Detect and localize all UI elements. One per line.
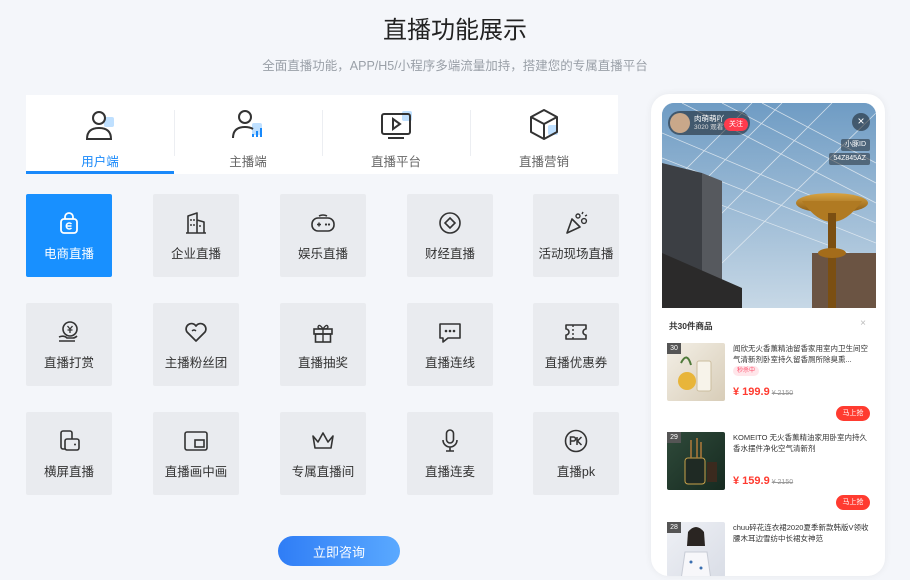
- yuan-hand-icon: [58, 321, 78, 342]
- feature-label: 活动现场直播: [538, 247, 614, 261]
- feature-landscape-live[interactable]: 横屏直播: [26, 412, 112, 495]
- original-price: ¥ 2150: [771, 479, 794, 486]
- rotate-screen-icon: [60, 430, 80, 451]
- feature-label: 直播连线: [424, 356, 475, 370]
- feature-live-coupon[interactable]: 直播优惠券: [533, 303, 619, 386]
- consult-button[interactable]: 立即咨询: [278, 536, 400, 566]
- product-price: ¥ 199.9 ¥ 2150: [733, 386, 794, 398]
- room-label: 小豚ID: [841, 139, 870, 151]
- feature-label: 企业直播: [170, 247, 221, 261]
- page-title: 直播功能展示: [383, 17, 527, 44]
- feature-label: 直播优惠券: [544, 356, 608, 370]
- building-icon: [186, 212, 206, 234]
- product-price: ¥ 159.9 ¥ 2150: [733, 475, 794, 487]
- feature-live-pk[interactable]: 直播pk: [533, 412, 619, 495]
- shopping-bag-icon: [60, 212, 78, 234]
- feature-label: 直播打赏: [43, 356, 94, 370]
- feature-co-host-mic[interactable]: 直播连麦: [407, 412, 493, 495]
- feature-picture-in-picture[interactable]: 直播画中画: [153, 412, 239, 495]
- product-index: 29: [667, 432, 681, 443]
- feature-label: 娱乐直播: [297, 247, 348, 261]
- sheet-title: 共30件商品: [669, 321, 713, 331]
- microphone-icon: [442, 429, 458, 452]
- host-avatar: [670, 113, 690, 133]
- crown-icon: [312, 432, 334, 449]
- ticket-icon: [565, 324, 587, 340]
- pk-icon: [564, 429, 588, 453]
- feature-label: 横屏直播: [43, 465, 94, 479]
- product-index: 28: [667, 522, 681, 533]
- feature-label: 电商直播: [43, 247, 94, 261]
- product-name: chuu碎花连衣裙2020夏季新款韩版V领收腰木耳边雪纺中长裙女神范: [733, 523, 869, 543]
- feature-exclusive-room[interactable]: 专属直播间: [280, 412, 366, 495]
- feature-ecommerce-live[interactable]: 电商直播: [26, 194, 112, 277]
- page-subtitle: 全面直播功能，APP/H5/小程序多端流量加持，搭建您的专属直播平台: [262, 59, 648, 73]
- feature-label: 主播粉丝团: [164, 356, 228, 370]
- feature-label: 专属直播间: [291, 465, 355, 479]
- feature-finance-live[interactable]: 财经直播: [407, 194, 493, 277]
- tab-label: 用户端: [81, 155, 119, 169]
- tab-anchor[interactable]: 主播端: [174, 95, 322, 174]
- feature-live-tipping[interactable]: 直播打赏: [26, 303, 112, 386]
- buy-now-button[interactable]: 马上抢: [836, 495, 870, 510]
- tab-marketing[interactable]: 直播营销: [470, 95, 618, 174]
- room-id: 54Z845AZ: [829, 153, 870, 165]
- feature-label: 直播pk: [556, 465, 596, 479]
- sheet-close-icon[interactable]: ×: [860, 318, 866, 329]
- picture-in-picture-icon: [184, 431, 208, 451]
- gift-icon: [313, 324, 333, 343]
- tab-label: 主播端: [229, 155, 267, 169]
- host-name: 肉萌萌吖: [694, 114, 724, 123]
- close-icon[interactable]: ×: [852, 113, 870, 131]
- tab-label: 直播营销: [518, 155, 569, 169]
- product-item[interactable]: 30 闻欣无火香薰精油留香家用室内卫生间空气清新剂卧室持久留香厕所除臭熏... …: [667, 343, 872, 429]
- feature-label: 直播画中画: [164, 465, 228, 479]
- feature-entertainment-live[interactable]: 娱乐直播: [280, 194, 366, 277]
- follow-button[interactable]: 关注: [724, 118, 748, 131]
- feature-label: 直播连麦: [424, 465, 475, 479]
- live-video: 肉萌萌吖 3020 观看 关注 × 小豚ID 54Z845AZ: [662, 103, 876, 308]
- feature-fan-club[interactable]: 主播粉丝团: [153, 303, 239, 386]
- chat-icon: [439, 323, 461, 343]
- flash-sale-badge: 秒杀中: [733, 366, 760, 376]
- original-price: ¥ 2150: [771, 390, 794, 397]
- tab-platform[interactable]: 直播平台: [322, 95, 470, 174]
- tab-user[interactable]: 用户端: [26, 95, 174, 174]
- viewer-count: 3020 观看: [694, 124, 724, 131]
- feature-label: 财经直播: [424, 247, 475, 261]
- gamepad-icon: [311, 214, 335, 232]
- product-index: 30: [667, 343, 681, 354]
- client-tabs: 用户端 主播端 直播平台 直播营销: [26, 95, 618, 174]
- feature-lucky-draw[interactable]: 直播抽奖: [280, 303, 366, 386]
- buy-now-button[interactable]: 马上抢: [836, 406, 870, 421]
- feature-label: 直播抽奖: [297, 356, 348, 370]
- anchor-icon: [232, 110, 262, 139]
- tab-label: 直播平台: [370, 155, 421, 169]
- heart-icon: [185, 322, 207, 342]
- phone-preview: 肉萌萌吖 3020 观看 关注 × 小豚ID 54Z845AZ 共30件商品 ×…: [651, 94, 885, 576]
- product-item[interactable]: 28 chuu碎花连衣裙2020夏季新款韩版V领收腰木耳边雪纺中长裙女神范: [667, 522, 872, 576]
- party-icon: [566, 211, 588, 234]
- product-name: KOMEITO 无火香薰精油家用卧室内持久香水摆件净化空气清新剂: [733, 433, 868, 453]
- feature-live-connect[interactable]: 直播连线: [407, 303, 493, 386]
- user-icon: [85, 111, 114, 140]
- cube-icon: [530, 109, 558, 140]
- feature-event-live[interactable]: 活动现场直播: [533, 194, 619, 277]
- product-sheet: 共30件商品 × 30 闻欣无火香薰精油留香家用室内卫生间空气清新剂卧室持久留香…: [662, 310, 876, 576]
- play-screen-icon: [381, 111, 412, 139]
- product-item[interactable]: 29 KOMEITO 无火香薰精油家用卧室内持久香水摆件净化空气清新剂 ¥ 15…: [667, 432, 872, 518]
- feature-enterprise-live[interactable]: 企业直播: [153, 194, 239, 277]
- diamond-icon: [439, 212, 461, 234]
- product-name: 闻欣无火香薰精油留香家用室内卫生间空气清新剂卧室持久留香厕所除臭熏...: [733, 344, 868, 364]
